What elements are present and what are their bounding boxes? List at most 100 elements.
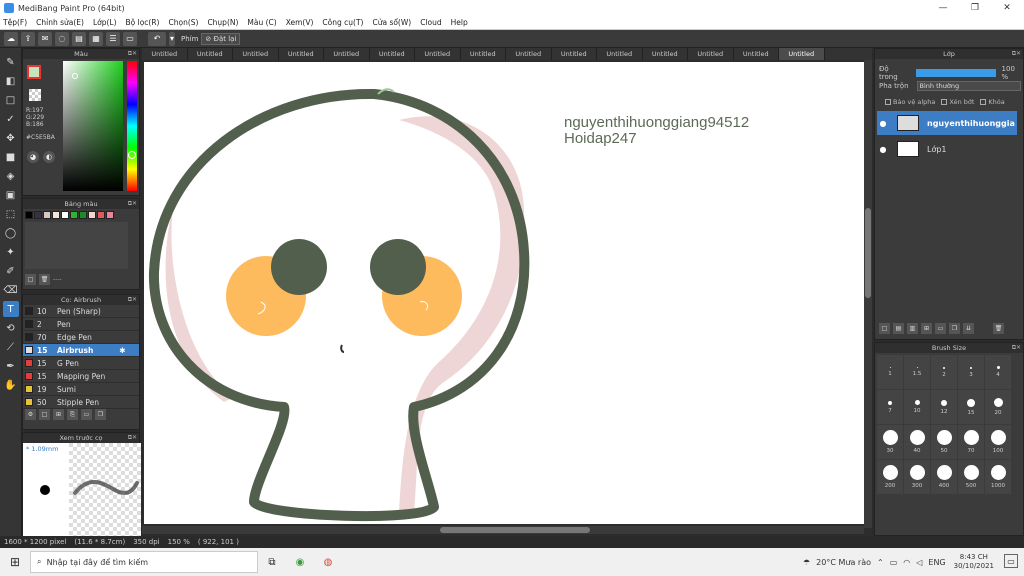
app-icon-green[interactable]: ◉ (286, 548, 314, 576)
brush-size-cell[interactable]: 1.5 (904, 355, 930, 389)
reset-button[interactable]: ⊘ Đặt lại (201, 32, 241, 45)
brush-settings-gear-icon[interactable]: ✱ (119, 346, 125, 355)
document-tab[interactable]: Untitled (734, 48, 779, 60)
brush-size-cell[interactable]: 12 (931, 390, 957, 424)
select-eraser-tool-icon[interactable]: ⌫ (3, 282, 19, 298)
brush-size-cell[interactable]: 500 (958, 460, 984, 494)
menu-filter[interactable]: Bộ lọc(R) (126, 18, 160, 27)
layer-row-text[interactable]: ● nguyenthihuonggiang94512 (877, 111, 1017, 135)
palette-swatch[interactable] (106, 211, 114, 219)
grid-icon[interactable]: ▦ (89, 31, 103, 46)
menu-color[interactable]: Màu (C) (247, 18, 276, 27)
clipping-checkbox[interactable] (941, 99, 948, 105)
text-tool-icon[interactable]: T (2, 301, 19, 317)
cloud-icon[interactable]: ☁ (4, 31, 18, 46)
volume-icon[interactable]: ◁ (916, 558, 922, 567)
brush-size-cell[interactable]: 20 (985, 390, 1011, 424)
wifi-icon[interactable]: ◠ (903, 558, 910, 567)
eraser-tool-icon[interactable]: ◧ (3, 73, 19, 89)
palette-swatch[interactable] (61, 211, 69, 219)
hue-slider-knob[interactable] (128, 151, 136, 159)
opacity-slider[interactable] (916, 69, 996, 77)
hand-tool-icon[interactable]: ✋ (3, 377, 19, 393)
battery-icon[interactable]: ▭ (890, 558, 898, 567)
palette-swatch[interactable] (79, 211, 87, 219)
brush-list-item[interactable]: 10 Pen (Sharp) (23, 305, 139, 318)
move-tool-icon[interactable]: ✥ (3, 130, 19, 146)
task-view-icon[interactable]: ⧉ (258, 548, 286, 576)
new-halftone-layer-icon[interactable]: ▤ (893, 323, 904, 334)
brush-tool-icon[interactable]: ✎ (3, 54, 19, 70)
brush-list-item[interactable]: 19 Sumi (23, 383, 139, 396)
list-icon[interactable]: ☰ (106, 31, 120, 46)
folder-icon[interactable]: ▭ (81, 409, 92, 420)
dot-tool-icon[interactable]: ✓ (3, 111, 19, 127)
lasso-tool-icon[interactable]: ◯ (3, 225, 19, 241)
brush-size-cell[interactable]: 15 (958, 390, 984, 424)
divide-tool-icon[interactable]: ⟋ (3, 339, 19, 355)
document-tab[interactable]: Untitled (324, 48, 370, 60)
document-tab[interactable]: Untitled (279, 48, 324, 60)
brush-list-item[interactable]: 15 Airbrush ✱ (23, 344, 139, 357)
chat-icon[interactable]: ◌ (55, 31, 69, 46)
vertical-scroll-thumb[interactable] (865, 208, 871, 298)
brush-list-item[interactable]: 15 Mapping Pen (23, 370, 139, 383)
undo-icon[interactable]: ↶ (148, 31, 166, 46)
brush-size-cell[interactable]: 1 (877, 355, 903, 389)
brush-size-cell[interactable]: 100 (985, 425, 1011, 459)
brush-size-cell[interactable]: 4 (985, 355, 1011, 389)
duplicate-icon[interactable]: ❐ (95, 409, 106, 420)
menu-window[interactable]: Cửa sổ(W) (372, 18, 411, 27)
document-tab[interactable]: Untitled (142, 48, 188, 60)
add-brush-icon[interactable]: ⊞ (53, 409, 64, 420)
menu-edit[interactable]: Chỉnh sửa(E) (36, 18, 84, 27)
horizontal-scrollbar[interactable] (142, 526, 864, 534)
new-1bit-layer-icon[interactable]: ▥ (907, 323, 918, 334)
menu-view[interactable]: Xem(V) (286, 18, 314, 27)
close-button[interactable]: ✕ (992, 0, 1022, 16)
protect-alpha-checkbox[interactable] (885, 99, 891, 105)
windows-start-icon[interactable]: ⊞ (0, 548, 30, 576)
share-icon[interactable]: ⇪ (21, 31, 35, 46)
eye-icon[interactable]: ● (877, 119, 889, 128)
eyedropper-tool-icon[interactable]: ✒ (3, 358, 19, 374)
merge-layer-icon[interactable]: ⇊ (963, 323, 974, 334)
palette-swatch[interactable] (52, 211, 60, 219)
secondary-color-swatch[interactable] (29, 89, 41, 101)
notification-icon[interactable]: ▭ (1004, 554, 1018, 568)
copy-brush-icon[interactable]: ⎘ (67, 409, 78, 420)
vertical-scrollbar[interactable] (864, 60, 872, 528)
brush-list-item[interactable]: 2 Pen (23, 318, 139, 331)
brush-list-item[interactable]: 70 Edge Pen (23, 331, 139, 344)
minimize-button[interactable]: — (928, 0, 958, 16)
select-tool-icon[interactable]: ⬚ (3, 206, 19, 222)
undo-dropdown-icon[interactable]: ▾ (169, 31, 175, 46)
sv-picker-knob[interactable] (72, 73, 78, 79)
new-brush-icon[interactable]: □ (39, 409, 50, 420)
window-icon[interactable]: ▭ (123, 31, 137, 46)
document-tab[interactable]: Untitled (506, 48, 552, 60)
brush-size-cell[interactable]: 7 (877, 390, 903, 424)
fill-shape-tool-icon[interactable]: ■ (3, 149, 19, 165)
language-indicator[interactable]: ENG (928, 558, 945, 567)
brush-size-cell[interactable]: 200 (877, 460, 903, 494)
layer-row-layer1[interactable]: ● Lớp1 (877, 137, 1017, 161)
document-tab[interactable]: Untitled (415, 48, 461, 60)
menu-cloud[interactable]: Cloud (420, 18, 441, 27)
select-pen-tool-icon[interactable]: ✐ (3, 263, 19, 279)
document-tab[interactable]: Untitled (688, 48, 734, 60)
brush-size-cell[interactable]: 30 (877, 425, 903, 459)
brush-size-cell[interactable]: 50 (931, 425, 957, 459)
rectangle-tool-icon[interactable]: □ (3, 92, 19, 108)
saturation-value-picker[interactable] (63, 61, 123, 191)
brush-list-item[interactable]: 15 G Pen (23, 357, 139, 370)
document-tab[interactable]: Untitled (233, 48, 279, 60)
menu-help[interactable]: Help (451, 18, 468, 27)
document-tab[interactable]: Untitled (779, 48, 825, 60)
brush-size-cell[interactable]: 70 (958, 425, 984, 459)
panel-pin-icon[interactable]: ⧉✕ (128, 49, 137, 59)
palette-swatch[interactable] (97, 211, 105, 219)
folder-icon[interactable]: ▭ (935, 323, 946, 334)
chrome-icon[interactable]: ◍ (314, 548, 342, 576)
palette-swatch[interactable] (43, 211, 51, 219)
